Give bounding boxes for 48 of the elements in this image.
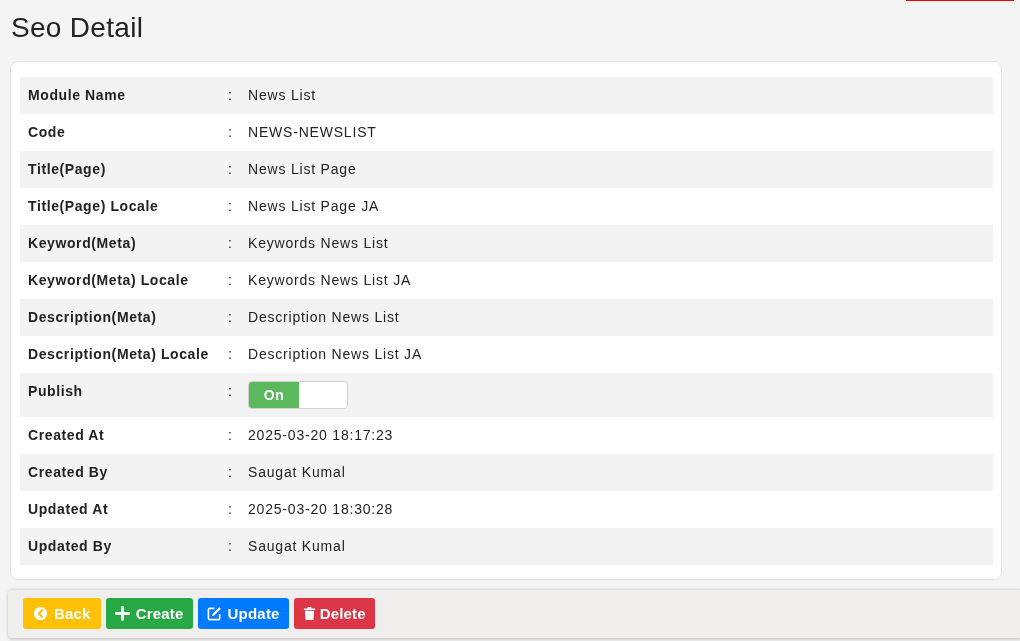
field-value: Keywords News List xyxy=(248,234,389,253)
create-button[interactable]: Create xyxy=(105,598,193,629)
update-button[interactable]: Update xyxy=(197,598,289,629)
field-separator: : xyxy=(228,271,233,290)
field-label: Description(Meta) Locale xyxy=(28,345,210,364)
field-value: Saugat Kumal xyxy=(248,537,346,556)
field-separator: : xyxy=(228,500,233,519)
field-label: Title(Page) xyxy=(28,160,107,179)
field-separator: : xyxy=(228,463,233,482)
field-label: Keyword(Meta) Locale xyxy=(28,271,190,290)
field-value: Description News List xyxy=(248,308,400,327)
page-title: Seo Detail xyxy=(11,11,144,45)
publish-toggle[interactable]: On xyxy=(248,381,348,409)
field-label: Module Name xyxy=(28,86,127,105)
field-separator: : xyxy=(228,234,233,253)
field-label: Created By xyxy=(28,463,109,482)
field-separator: : xyxy=(228,345,233,364)
field-label: Updated By xyxy=(28,537,113,556)
field-separator: : xyxy=(228,197,233,216)
field-label: Code xyxy=(28,123,67,142)
back-button[interactable]: Back xyxy=(23,598,101,629)
field-value: Saugat Kumal xyxy=(248,463,346,482)
field-label: Publish xyxy=(28,382,84,401)
chevron-circle-icon xyxy=(33,606,48,621)
field-label: Created At xyxy=(28,426,106,445)
field-value: 2025-03-20 18:30:28 xyxy=(248,500,394,519)
field-value: News List xyxy=(248,86,316,105)
field-value: News List Page JA xyxy=(248,197,380,216)
field-label: Description(Meta) xyxy=(28,308,158,327)
field-separator: : xyxy=(228,382,233,401)
field-label: Updated At xyxy=(28,500,110,519)
field-label: Keyword(Meta) xyxy=(28,234,138,253)
field-separator: : xyxy=(228,537,233,556)
delete-button[interactable]: Delete xyxy=(293,598,375,629)
field-separator: : xyxy=(228,160,233,179)
field-value: Description News List JA xyxy=(248,345,423,364)
field-separator: : xyxy=(228,426,233,445)
field-separator: : xyxy=(228,123,233,142)
field-separator: : xyxy=(228,86,233,105)
field-value: NEWS-NEWSLIST xyxy=(248,123,377,142)
plus-icon xyxy=(114,606,130,621)
field-value: Keywords News List JA xyxy=(248,271,412,290)
trash-icon xyxy=(302,606,316,621)
field-value: News List Page xyxy=(248,160,357,179)
field-value: 2025-03-20 18:17:23 xyxy=(248,426,394,445)
edit-icon xyxy=(206,606,222,621)
field-separator: : xyxy=(228,308,233,327)
field-label: Title(Page) Locale xyxy=(28,197,160,216)
